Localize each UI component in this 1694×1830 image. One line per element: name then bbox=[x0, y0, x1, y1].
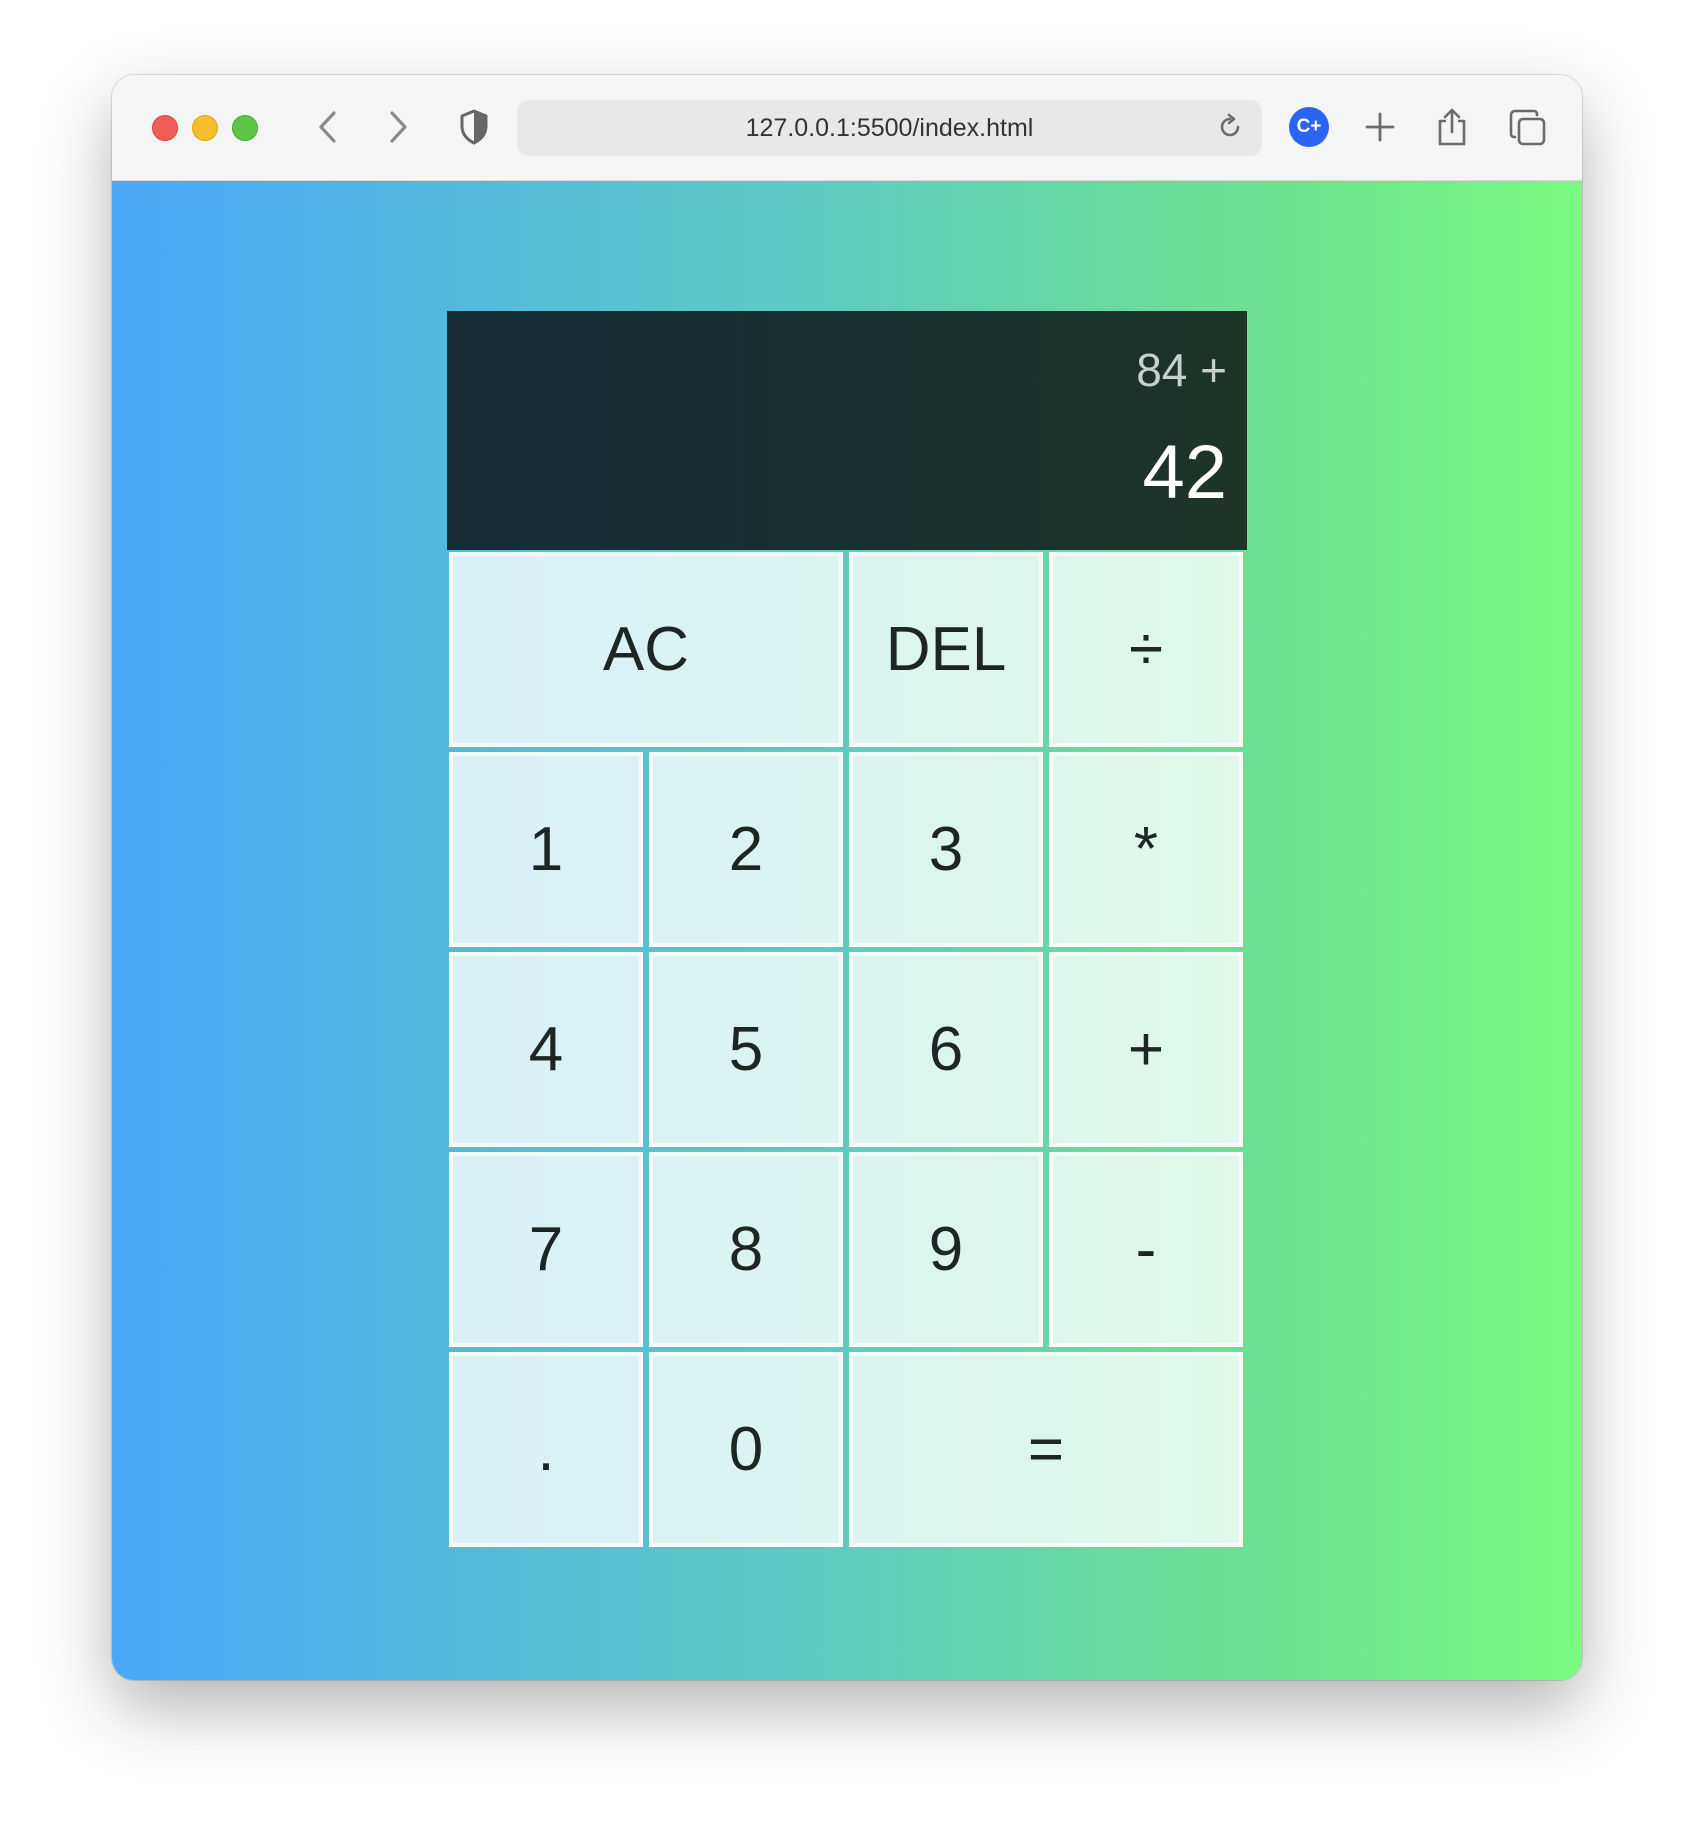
digit-5-button[interactable]: 5 bbox=[649, 952, 843, 1147]
browser-window: 127.0.0.1:5500/index.html C+ 84 + 42 AC … bbox=[112, 75, 1582, 1680]
digit-3-button[interactable]: 3 bbox=[849, 752, 1043, 947]
digit-2-button[interactable]: 2 bbox=[649, 752, 843, 947]
digit-0-button[interactable]: 0 bbox=[649, 1352, 843, 1547]
address-bar[interactable]: 127.0.0.1:5500/index.html bbox=[517, 100, 1262, 156]
plus-icon[interactable] bbox=[1358, 105, 1402, 149]
decimal-button[interactable]: . bbox=[449, 1352, 643, 1547]
browser-toolbar: 127.0.0.1:5500/index.html C+ bbox=[112, 75, 1582, 181]
minimize-window-button[interactable] bbox=[192, 115, 218, 141]
calculator-display: 84 + 42 bbox=[447, 311, 1247, 550]
digit-8-button[interactable]: 8 bbox=[649, 1152, 843, 1347]
share-icon[interactable] bbox=[1430, 103, 1474, 151]
url-text: 127.0.0.1:5500/index.html bbox=[745, 114, 1034, 142]
divide-button[interactable]: ÷ bbox=[1049, 552, 1243, 747]
digit-7-button[interactable]: 7 bbox=[449, 1152, 643, 1347]
close-window-button[interactable] bbox=[152, 115, 178, 141]
digit-4-button[interactable]: 4 bbox=[449, 952, 643, 1147]
chevron-left-icon[interactable] bbox=[308, 105, 348, 149]
subtract-button[interactable]: - bbox=[1049, 1152, 1243, 1347]
digit-6-button[interactable]: 6 bbox=[849, 952, 1043, 1147]
shield-icon[interactable] bbox=[452, 105, 496, 149]
c-plus-extension-icon[interactable]: C+ bbox=[1289, 107, 1329, 147]
add-button[interactable]: + bbox=[1049, 952, 1243, 1147]
all-clear-button[interactable]: AC bbox=[449, 552, 843, 747]
multiply-button[interactable]: * bbox=[1049, 752, 1243, 947]
zoom-window-button[interactable] bbox=[232, 115, 258, 141]
chevron-right-icon[interactable] bbox=[378, 105, 418, 149]
digit-9-button[interactable]: 9 bbox=[849, 1152, 1043, 1347]
tab-overview-icon[interactable] bbox=[1505, 105, 1551, 151]
current-operand: 42 bbox=[1142, 430, 1227, 515]
page-viewport: 84 + 42 AC DEL ÷ 1 2 3 * 4 5 6 + 7 8 9 -… bbox=[112, 181, 1582, 1680]
digit-1-button[interactable]: 1 bbox=[449, 752, 643, 947]
reload-icon[interactable] bbox=[1210, 107, 1250, 147]
previous-operand: 84 + bbox=[1136, 344, 1227, 396]
delete-button[interactable]: DEL bbox=[849, 552, 1043, 747]
equals-button[interactable]: = bbox=[849, 1352, 1243, 1547]
